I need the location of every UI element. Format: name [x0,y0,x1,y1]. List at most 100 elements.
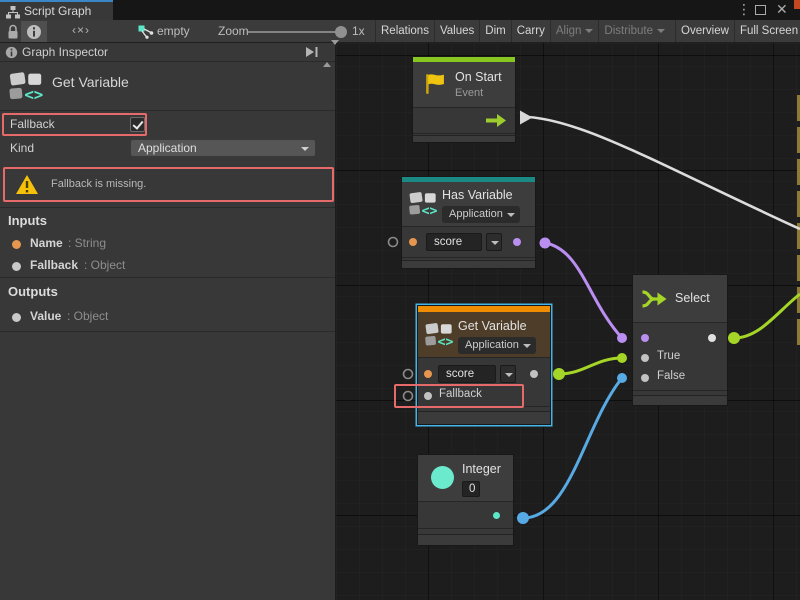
dim-button[interactable]: Dim [479,20,510,42]
inspector-title: Graph Inspector [22,45,108,59]
select-merge-icon [641,289,668,309]
inspector-header: Graph Inspector [0,43,335,62]
integer-literal-icon [431,466,454,489]
scroll-up-icon[interactable] [323,45,331,67]
zoom-slider-knob[interactable] [335,26,347,38]
values-button[interactable]: Values [434,20,479,42]
unconnected-port-ring[interactable] [404,370,413,379]
variable-icon: <> [408,190,438,217]
flow-arrow-icon[interactable] [485,113,507,128]
variable-name-dropdown[interactable] [500,365,516,383]
code-preview-icon[interactable]: ‹×› [72,23,90,37]
tab-script-graph[interactable]: Script Graph [0,0,113,20]
green-port[interactable] [728,332,740,344]
purple-port[interactable] [617,333,627,343]
green-port[interactable] [553,368,565,380]
distribute-button: Distribute [598,20,670,42]
fallback-highlight-box [2,113,147,136]
output-row-value: Value : Object [0,309,335,325]
inputs-header: Inputs [8,213,47,228]
inspector-toggle-button[interactable] [21,21,47,42]
name-input-port[interactable] [409,238,417,246]
warning-icon [15,174,39,195]
zoom-label: Zoom [218,24,249,38]
kind-dropdown[interactable]: Application [130,139,316,157]
node-select[interactable]: Select True False [633,275,727,405]
zoom-slider-track[interactable] [248,31,336,33]
node-has-variable[interactable]: <> Has Variable Application score [402,177,535,268]
variable-name-field[interactable]: score [438,365,496,383]
wire-onstart-flow [528,117,800,229]
port-dot [12,262,21,271]
corner-notch [794,0,800,9]
flow-output-port[interactable] [520,111,533,125]
value-output-port[interactable] [530,370,538,378]
variable-name-field[interactable]: score [426,233,482,251]
condition-input-port[interactable] [641,334,649,342]
maximize-icon[interactable] [755,5,766,15]
outputs-header: Outputs [8,284,58,299]
toolbar-buttons: Relations Values Dim Carry Align Distrib… [375,20,800,42]
purple-port[interactable] [540,238,551,249]
tab-label: Script Graph [24,4,91,18]
true-port-label: True [657,350,680,362]
blue-port[interactable] [617,373,627,383]
zoom-value: 1x [352,24,365,38]
variable-icon: <> [424,321,454,348]
input-row-name: Name : String [0,236,335,252]
kind-value: Application [138,141,197,155]
green-port[interactable] [617,353,627,363]
warning-box: Fallback is missing. [3,167,334,202]
fallback-port-highlight-box [394,384,524,408]
result-output-port[interactable] [513,238,521,246]
integer-value-field[interactable]: 0 [462,481,480,497]
graph-toolbar: ‹×› empty Zoom 1x Relations Values Dim C… [0,20,800,43]
variable-kind-dropdown[interactable]: Application [442,206,520,223]
graph-hierarchy-icon [6,6,20,19]
warning-text: Fallback is missing. [51,178,146,190]
wire-select-output [734,294,800,338]
blue-port[interactable] [517,512,529,524]
graph-canvas[interactable]: On Start Event <> Has Var [336,43,800,600]
variable-kind-dropdown[interactable]: Application [458,337,536,354]
chevron-down-icon [657,29,665,33]
node-integer[interactable]: Integer 0 [418,455,513,545]
tab-bar: Script Graph ⋮ ✕ [0,0,800,20]
graph-icon [138,25,154,39]
wire-getvariable-to-true [559,358,622,374]
scroll-arrows[interactable] [323,45,332,63]
node-on-start[interactable]: On Start Event [413,57,515,142]
script-graph-window: Script Graph ⋮ ✕ ‹×› empty Zoom [0,0,800,600]
close-icon[interactable]: ✕ [776,1,788,18]
chevron-down-icon [505,373,513,377]
false-input-port[interactable] [641,374,649,382]
chevron-down-icon [585,29,593,33]
false-port-label: False [657,370,685,382]
unit-title: Get Variable [52,74,129,90]
selection-output-port[interactable] [708,334,716,342]
relations-button[interactable]: Relations [375,20,434,42]
overview-button[interactable]: Overview [675,20,734,42]
svg-text:<>: <> [422,204,438,217]
graph-name-label: empty [157,24,190,38]
lock-icon[interactable] [6,24,20,40]
wire-hasvariable-to-select [545,243,622,338]
window-menu-icon[interactable]: ⋮ [737,1,751,18]
port-dot [12,240,21,249]
name-input-port[interactable] [424,370,432,378]
true-input-port[interactable] [641,354,649,362]
value-output-port[interactable] [493,512,500,519]
full-screen-button[interactable]: Full Screen [734,20,800,42]
unconnected-port-ring[interactable] [389,238,398,247]
graph-inspector-panel: Graph Inspector <> Get Variable Fallback… [0,43,336,600]
svg-text:<>: <> [438,335,454,348]
svg-text:<>: <> [24,85,43,102]
input-row-fallback: Fallback : Object [0,258,335,274]
variable-name-dropdown[interactable] [486,233,502,251]
dock-forward-icon[interactable] [305,46,319,58]
chevron-down-icon [301,147,309,151]
port-dot [12,313,21,322]
carry-button[interactable]: Carry [511,20,550,42]
align-button: Align [550,20,599,42]
chevron-down-icon [523,344,531,348]
